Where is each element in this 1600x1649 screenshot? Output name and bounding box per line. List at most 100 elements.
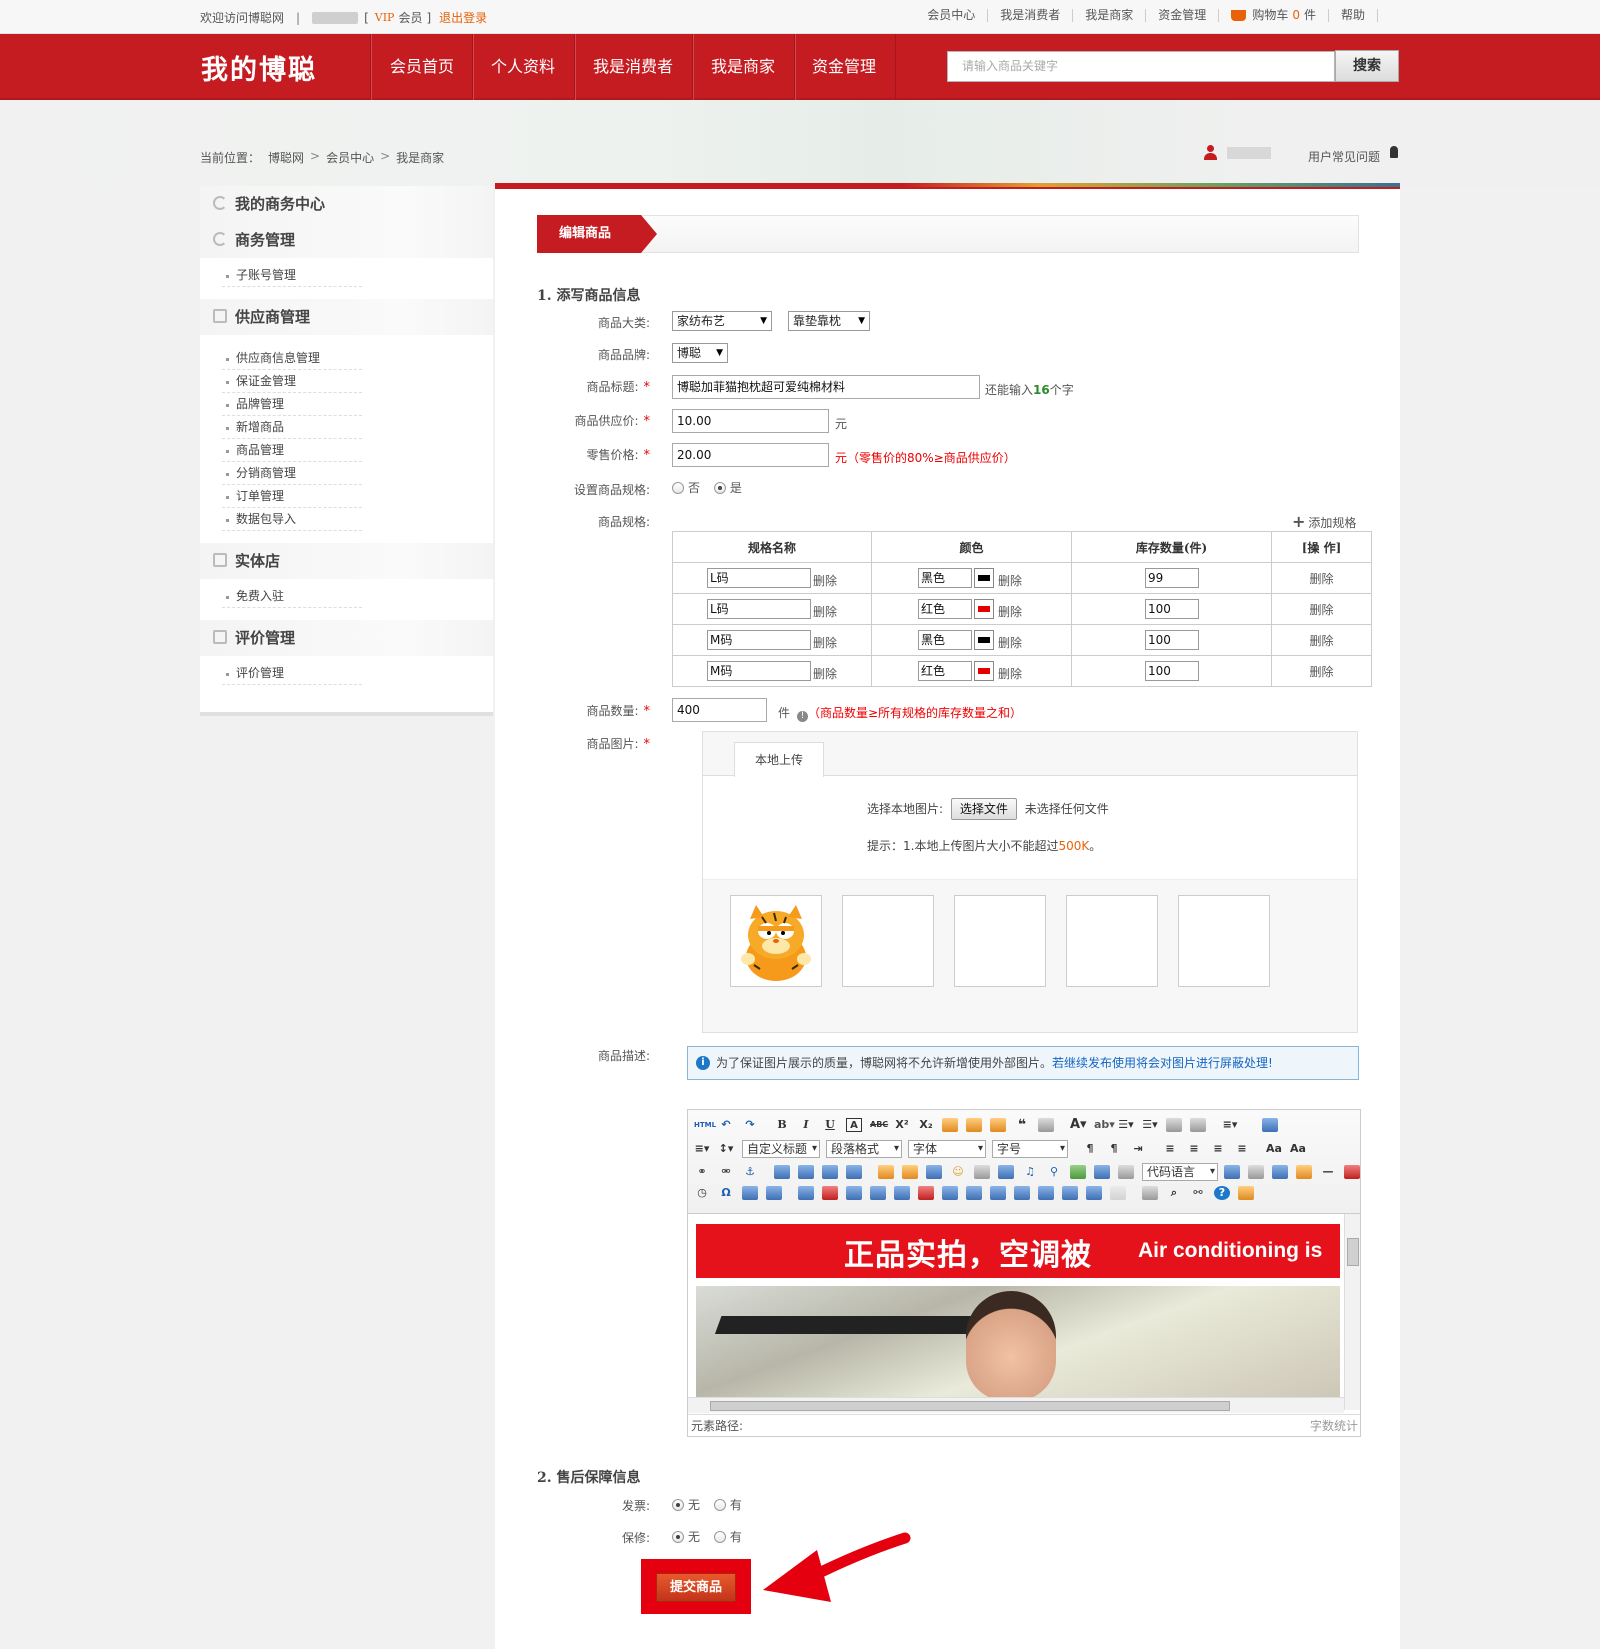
sidebar-item-new-product[interactable]: 新增商品 (222, 416, 362, 439)
horizontal-rule-icon[interactable]: — (1320, 1165, 1336, 1179)
help-icon[interactable]: ? (1214, 1186, 1230, 1200)
background-icon[interactable] (1272, 1165, 1288, 1179)
stock-input[interactable]: 99 (1145, 568, 1199, 588)
align-center-icon[interactable]: ≡ (1186, 1142, 1202, 1156)
delete-link[interactable]: 删除 (998, 665, 1022, 682)
spec-name-input[interactable]: L码 (707, 568, 811, 588)
delete-table-icon[interactable] (822, 1186, 838, 1200)
split-cols-icon[interactable] (1086, 1186, 1102, 1200)
color-swatch[interactable] (974, 599, 994, 619)
date-icon[interactable] (1344, 1165, 1360, 1179)
insert-col-icon[interactable] (918, 1186, 934, 1200)
warranty-have-radio[interactable] (713, 1531, 726, 1543)
merchant-link[interactable]: 我是商家 (1073, 9, 1147, 22)
sidebar-item-supplier-info[interactable]: 供应商信息管理 (222, 347, 362, 370)
font-border-icon[interactable]: A (846, 1118, 862, 1132)
image-thumb-1[interactable] (730, 895, 822, 987)
merge-down-icon[interactable] (1014, 1186, 1030, 1200)
scroll-thumb[interactable] (1347, 1238, 1359, 1266)
delete-link[interactable]: 删除 (813, 603, 837, 620)
invoice-have-radio[interactable] (713, 1499, 726, 1511)
color-input[interactable]: 红色 (918, 599, 972, 619)
delete-link[interactable]: 删除 (1309, 634, 1333, 648)
tab-local-upload[interactable]: 本地上传 (734, 742, 824, 777)
sidebar-group-business[interactable]: 商务管理 (200, 222, 493, 258)
ltr-icon[interactable]: ¶ (1082, 1142, 1098, 1156)
indent-icon[interactable]: ⇥ (1130, 1142, 1146, 1156)
search-input[interactable]: 请输入商品关键字 (947, 51, 1335, 82)
format-brush-icon[interactable] (966, 1118, 982, 1132)
insert-paragraph-icon[interactable] (846, 1186, 862, 1200)
color-swatch[interactable] (974, 661, 994, 681)
insert-image-icon[interactable] (878, 1165, 894, 1179)
delete-link[interactable]: 删除 (813, 572, 837, 589)
sidebar-group-review[interactable]: 评价管理 (200, 620, 493, 656)
delete-link[interactable]: 删除 (998, 634, 1022, 651)
search-replace-icon[interactable]: ⚯ (1190, 1186, 1206, 1200)
sidebar-item-free-entry[interactable]: 免费入驻 (222, 585, 362, 608)
scrawl-icon[interactable] (974, 1165, 990, 1179)
category-select-1[interactable]: 家纺布艺 (672, 311, 772, 331)
search-button[interactable]: 搜索 (1335, 50, 1399, 82)
merge-right-icon[interactable] (990, 1186, 1006, 1200)
page-break-icon[interactable] (1118, 1165, 1134, 1179)
color-input[interactable]: 红色 (918, 661, 972, 681)
auto-format-icon[interactable] (990, 1118, 1006, 1132)
music-icon[interactable]: ♫ (1022, 1165, 1038, 1179)
time-icon[interactable]: ◷ (694, 1186, 710, 1200)
font-color-icon[interactable]: A▾ (1070, 1118, 1087, 1132)
category-select-2[interactable]: 靠垫靠枕 (788, 311, 870, 331)
image-thumb-5[interactable] (1178, 895, 1270, 987)
quantity-input[interactable]: 400 (672, 698, 767, 722)
highlight-icon[interactable]: ab▾ (1094, 1118, 1115, 1132)
row-spacing-icon[interactable]: ≡▾ (1222, 1118, 1238, 1132)
clear-doc-icon[interactable] (1190, 1118, 1206, 1132)
nav-profile[interactable]: 个人资料 (472, 34, 574, 100)
redo-icon[interactable]: ↷ (742, 1118, 758, 1132)
unordered-list-icon[interactable]: ☰▾ (1142, 1118, 1158, 1132)
help-link[interactable]: 帮助 (1329, 9, 1378, 22)
zoom-icon[interactable]: ⌕ (1166, 1186, 1182, 1200)
web-image-icon[interactable] (1224, 1165, 1240, 1179)
special-char-icon[interactable]: Ω (718, 1186, 734, 1200)
quote-icon[interactable]: ❝ (1014, 1118, 1030, 1132)
sidebar-center-title[interactable]: 我的商务中心 (200, 186, 493, 222)
nav-consumer[interactable]: 我是消费者 (574, 34, 692, 100)
horizontal-scrollbar[interactable] (688, 1397, 1344, 1413)
paste-text-icon[interactable] (1038, 1118, 1054, 1132)
subscript-icon[interactable]: X₂ (918, 1118, 934, 1132)
faq-link[interactable]: 用户常见问题 (1308, 148, 1380, 165)
delete-link[interactable]: 删除 (813, 665, 837, 682)
draft-icon[interactable] (1238, 1186, 1254, 1200)
multi-image-icon[interactable] (902, 1165, 918, 1179)
attachment-icon[interactable]: ⚲ (1046, 1165, 1062, 1179)
stock-input[interactable]: 100 (1145, 661, 1199, 681)
snapscreen-icon[interactable] (742, 1186, 758, 1200)
delete-link[interactable]: 删除 (998, 572, 1022, 589)
uppercase-icon[interactable]: Aa (1266, 1142, 1282, 1156)
insert-table-icon[interactable] (798, 1186, 814, 1200)
preview-icon[interactable] (1262, 1118, 1278, 1132)
invoice-none-radio[interactable] (672, 1499, 684, 1511)
spec-name-input[interactable]: M码 (707, 630, 811, 650)
supply-price-input[interactable]: 10.00 (672, 409, 829, 433)
breadcrumb-item-merchant[interactable]: 我是商家 (396, 149, 444, 166)
sidebar-item-review[interactable]: 评价管理 (222, 662, 362, 685)
delete-row-icon[interactable] (894, 1186, 910, 1200)
brand-select[interactable]: 博聪 (672, 343, 728, 363)
cart-link[interactable]: 购物车 0 件 (1219, 9, 1329, 22)
spec-no-radio[interactable] (672, 482, 684, 494)
image-right-icon[interactable] (822, 1165, 838, 1179)
breadcrumb-item-member[interactable]: 会员中心 (326, 149, 374, 166)
paragraph-spacing-icon[interactable]: ≡▾ (694, 1142, 710, 1156)
bold-icon[interactable]: B (774, 1118, 790, 1132)
sidebar-item-subaccount[interactable]: 子账号管理 (222, 264, 362, 287)
custom-heading-select[interactable]: 自定义标题 (742, 1140, 820, 1158)
image-none-icon[interactable] (774, 1165, 790, 1179)
word-paste-icon[interactable] (766, 1186, 782, 1200)
sidebar-group-store[interactable]: 实体店 (200, 543, 493, 579)
align-justify-icon[interactable]: ≡ (1234, 1142, 1250, 1156)
split-rows-icon[interactable] (1062, 1186, 1078, 1200)
code-language-select[interactable]: 代码语言 (1142, 1163, 1218, 1181)
print-icon[interactable] (1142, 1186, 1158, 1200)
